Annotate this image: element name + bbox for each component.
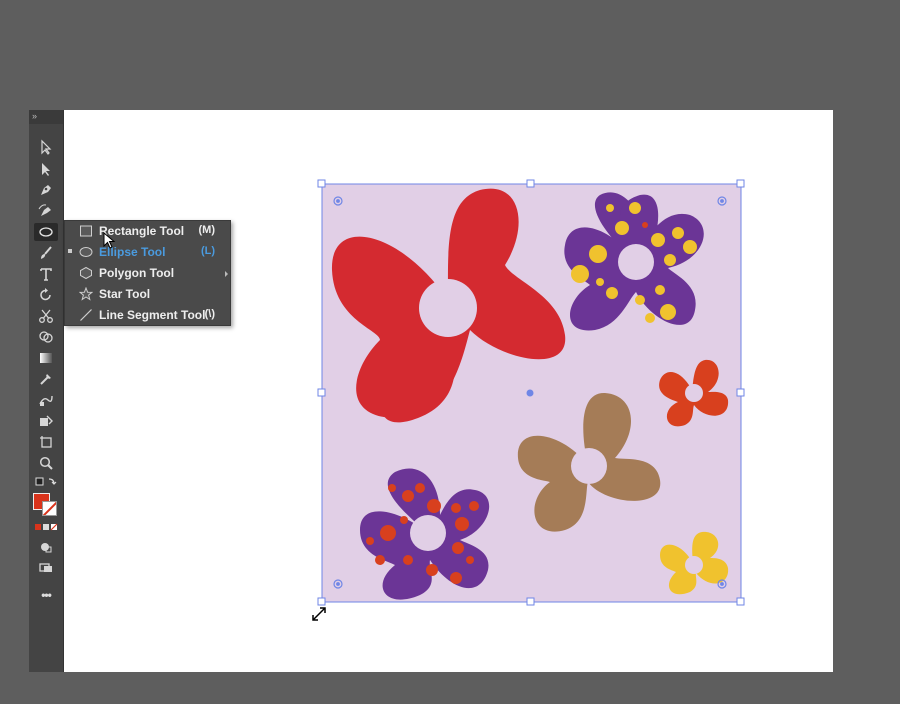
shape-tools-flyout: Rectangle Tool (M) Ellipse Tool (L) Poly… [64,220,231,326]
edit-toolbar-button[interactable]: ••• [34,586,58,604]
type-icon [40,268,52,281]
fill-stroke-swatches[interactable] [33,493,59,517]
resize-cursor-icon [312,607,326,621]
blend-icon [39,395,53,406]
eyedropper-tool[interactable] [34,370,58,388]
handle-bottom-right [736,597,745,606]
flyout-item-shortcut: (L) [200,245,215,257]
handle-bottom-left [317,597,326,606]
color-mode-icon [35,524,41,530]
stroke-swatch[interactable] [42,501,57,516]
ellipse-tool[interactable] [34,223,58,241]
screen-mode-icon [39,563,52,572]
brush-icon [41,246,52,259]
artboard-icon [40,436,52,448]
ellipse-icon [79,247,93,257]
handle-middle-right [736,388,745,397]
zoom-tool[interactable] [34,454,58,472]
shape-builder-icon [39,331,53,343]
rectangle-icon [80,225,92,237]
gradient-mode-icon [43,524,49,530]
direct-selection-tool[interactable] [34,160,58,178]
flyout-item-ellipse[interactable]: Ellipse Tool (L) [65,242,230,263]
scissors-icon [39,309,53,323]
screen-mode[interactable] [34,559,58,577]
curvature-tool[interactable] [34,202,58,220]
pen-tool[interactable] [34,181,58,199]
handle-bottom-center [526,597,535,606]
pen-icon [41,185,51,195]
center-point [526,389,534,397]
flyout-item-rectangle[interactable]: Rectangle Tool (M) [65,221,230,242]
blend-tool[interactable] [34,391,58,409]
scissors-tool[interactable] [34,307,58,325]
handle-top-center [526,179,535,188]
white-arrow-icon [42,163,50,176]
ellipse-icon [39,227,53,237]
star-icon [79,287,93,301]
draw-mode-icon [41,543,52,553]
default-swap-colors[interactable] [34,475,58,489]
color-mode-buttons[interactable] [34,522,58,532]
rotate-tool[interactable] [34,286,58,304]
none-mode-icon [50,523,58,531]
flyout-item-shortcut: (\) [204,308,215,320]
panel-grip[interactable]: » [29,110,63,124]
default-colors-icon [35,477,44,486]
artboard-tool[interactable] [34,433,58,451]
zoom-icon [39,456,53,470]
flyout-item-star[interactable]: Star Tool [65,284,230,305]
handle-top-left [317,179,326,188]
tearoff-arrow-icon[interactable] [225,271,228,277]
gradient-tool[interactable] [34,349,58,367]
swap-colors-icon [48,478,57,485]
flyout-item-line-segment[interactable]: Line Segment Tool (\) [65,305,230,326]
paintbrush-tool[interactable] [34,244,58,262]
drawing-modes[interactable] [34,538,58,556]
gradient-icon [40,353,52,363]
flyout-item-label: Star Tool [99,287,151,301]
curvature-pen-icon [38,204,51,216]
more-dots-icon: ••• [41,588,52,602]
mouse-pointer-icon [103,232,116,249]
polygon-icon [80,266,92,280]
shape-builder-tool[interactable] [34,328,58,346]
eyedropper-icon [40,374,51,385]
flyout-item-label: Polygon Tool [99,266,175,280]
flyout-item-label: Line Segment Tool [99,308,206,322]
live-paint-icon [40,415,53,426]
line-icon [80,309,92,321]
current-tool-indicator [68,249,72,253]
selection-tool[interactable] [34,138,58,156]
flyout-item-polygon[interactable]: Polygon Tool [65,263,230,284]
rotate-icon [40,288,51,301]
handle-top-right [736,179,745,188]
artwork-canvas[interactable] [0,0,900,704]
arrow-icon [41,139,52,155]
handle-middle-left [317,388,326,397]
type-tool[interactable] [34,265,58,283]
tools-panel[interactable]: » ••• [29,110,64,672]
flyout-item-shortcut: (M) [198,224,216,236]
live-paint-tool[interactable] [34,412,58,430]
